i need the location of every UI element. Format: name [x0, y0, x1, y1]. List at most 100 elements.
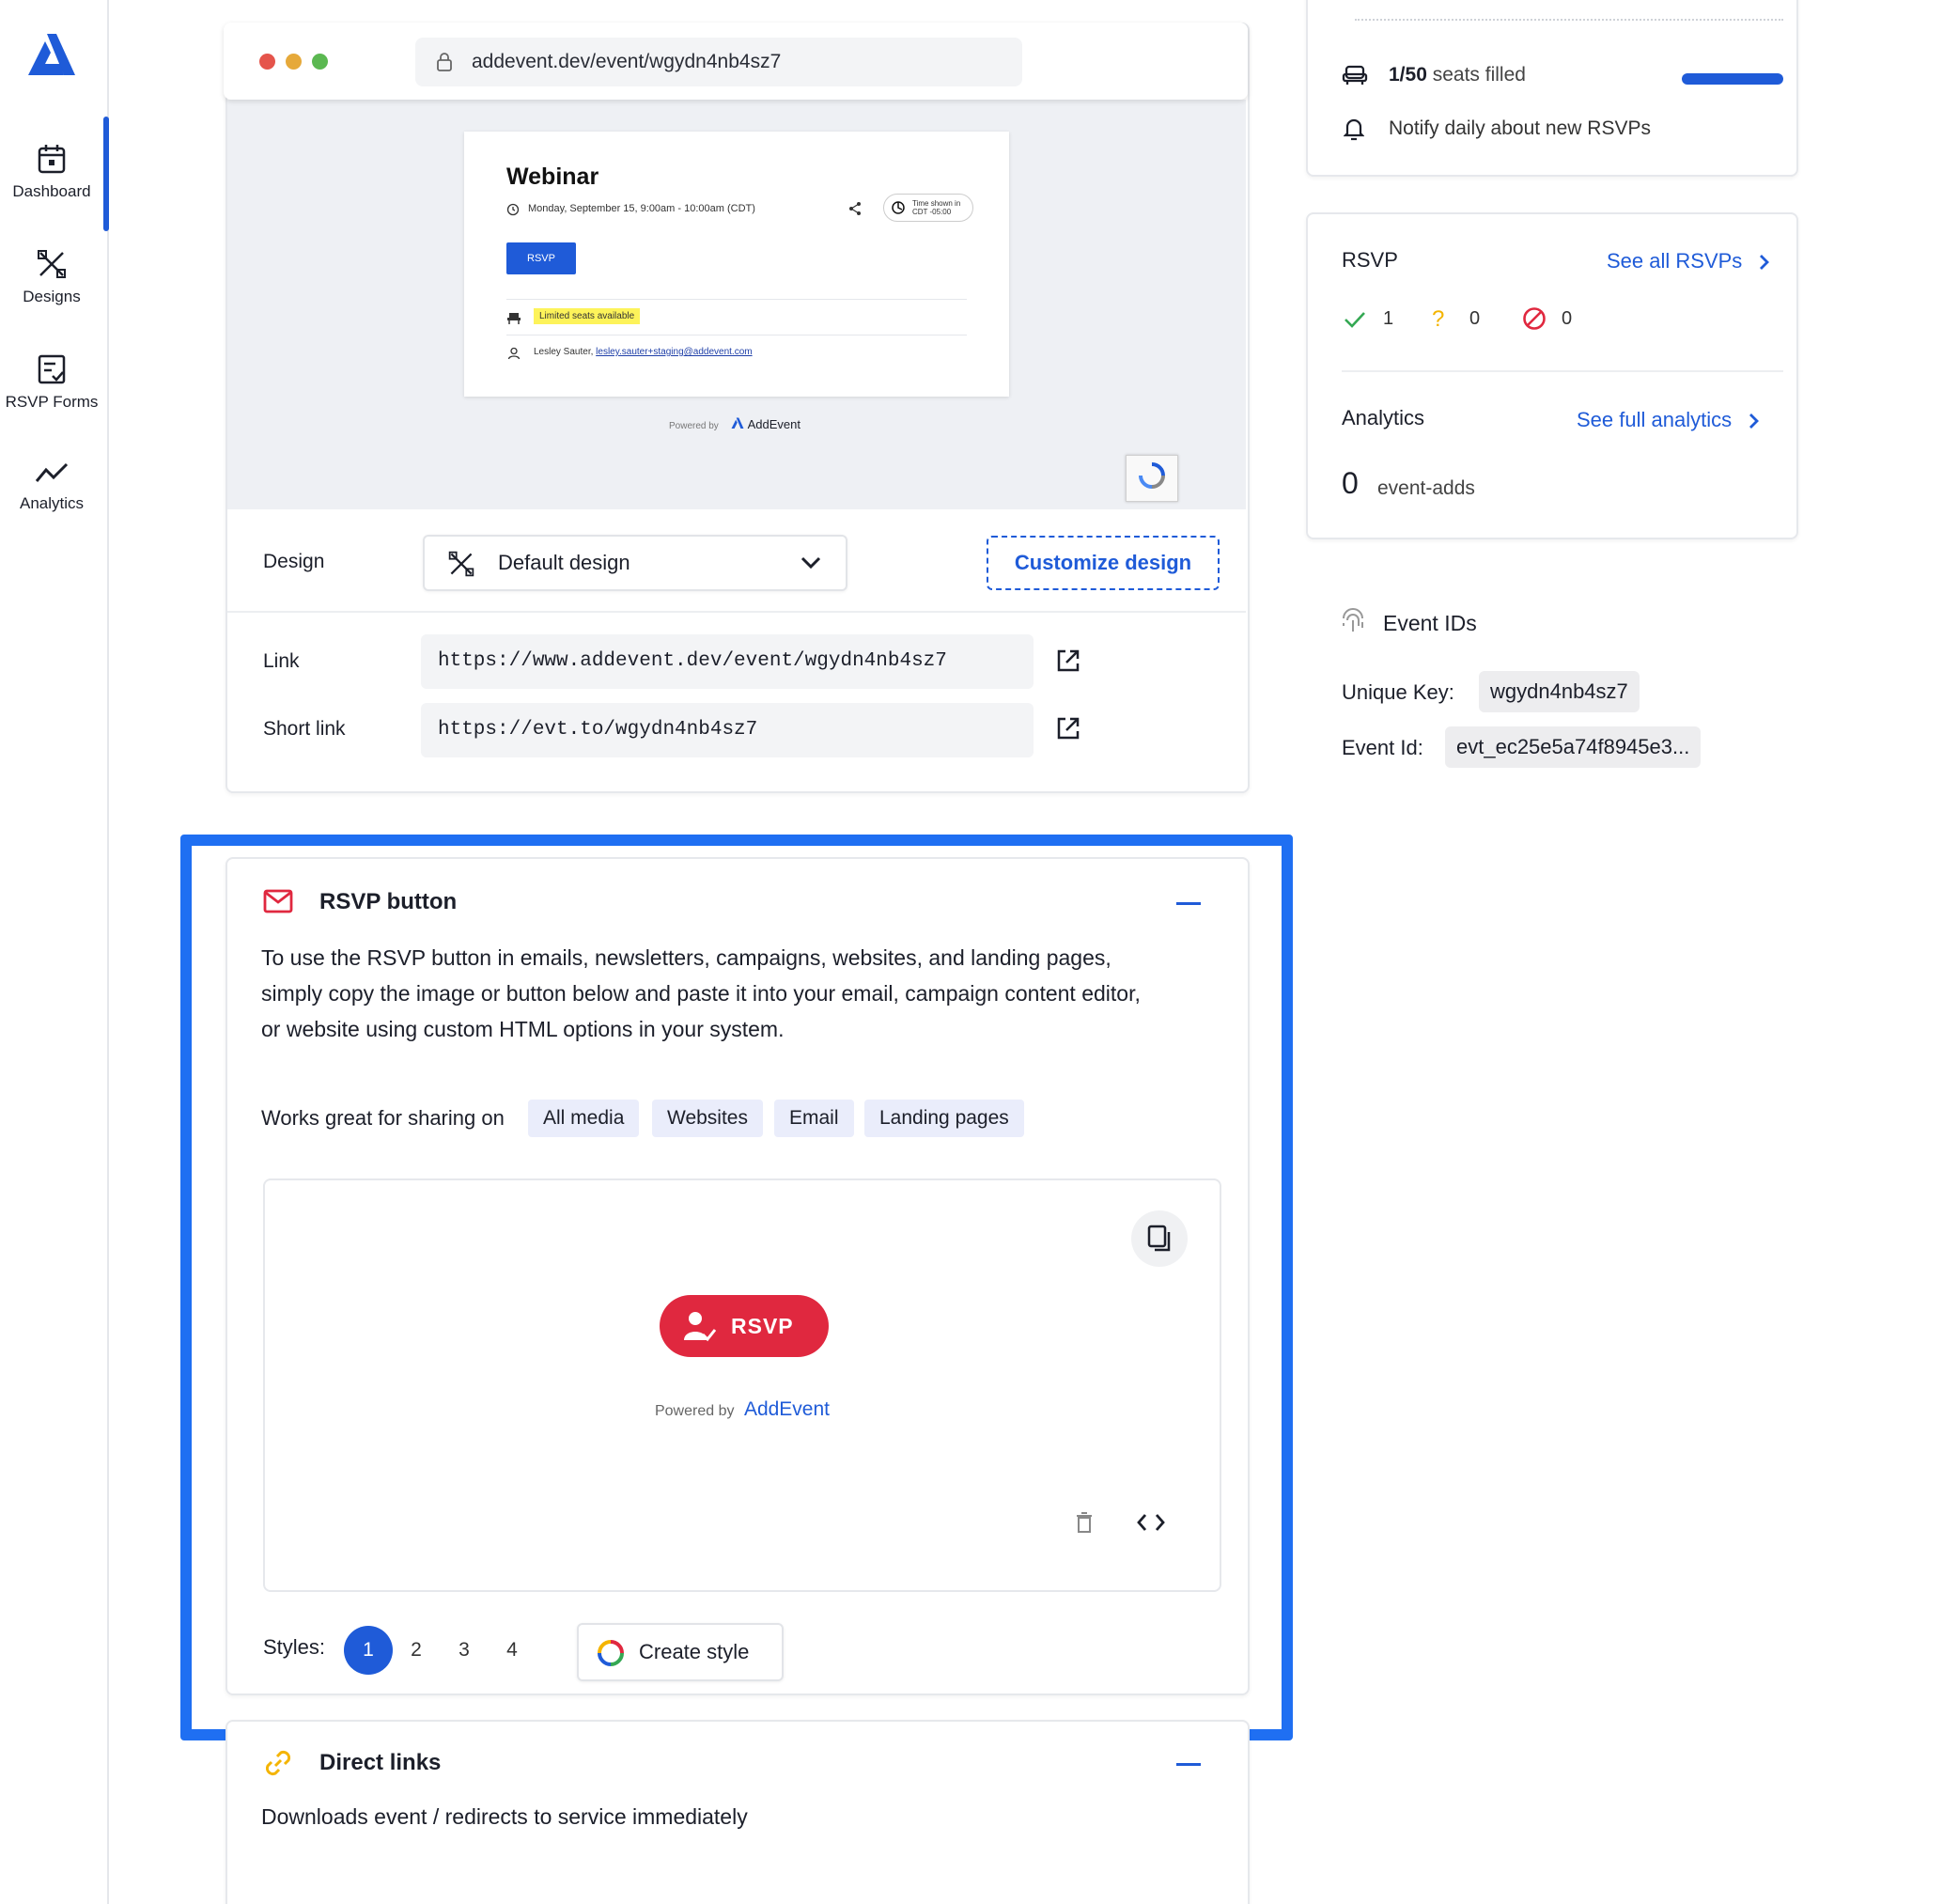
- form-icon: [38, 354, 66, 384]
- event-id-label: Event Id:: [1342, 736, 1423, 759]
- short-link-field[interactable]: https://evt.to/wgydn4nb4sz7: [421, 703, 1034, 757]
- rsvp-button-preview: RSVP Powered by AddEvent: [263, 1178, 1221, 1592]
- event-adds-label: event-adds: [1377, 477, 1475, 499]
- chip-email[interactable]: Email: [774, 1100, 854, 1137]
- browser-url-bar[interactable]: addevent.dev/event/wgydn4nb4sz7: [415, 38, 1022, 86]
- recaptcha-icon: [1139, 462, 1165, 489]
- sidebar-item-dashboard[interactable]: Dashboard: [0, 143, 103, 201]
- share-icon[interactable]: [847, 201, 863, 216]
- powered-by: Powered by AddEvent: [654, 1398, 831, 1420]
- sidebar-item-designs[interactable]: Designs: [0, 248, 103, 306]
- lock-icon: [437, 53, 452, 71]
- minimize-window-dot: [286, 54, 302, 70]
- sharing-label: Works great for sharing on: [261, 1106, 505, 1130]
- styles-label: Styles:: [263, 1635, 326, 1659]
- see-full-analytics-link[interactable]: See full analytics: [1577, 408, 1760, 432]
- unique-key-value[interactable]: wgydn4nb4sz7: [1479, 671, 1640, 712]
- preview-limited-seats-badge: Limited seats available: [534, 308, 641, 324]
- analytics-title: Analytics: [1342, 406, 1425, 429]
- addevent-brand-link[interactable]: AddEvent: [744, 1398, 830, 1420]
- sidebar: Dashboard Designs RSVP Forms Analytics: [0, 0, 109, 1904]
- copy-button[interactable]: [1131, 1210, 1188, 1267]
- notify-rsvps-label[interactable]: Notify daily about new RSVPs: [1389, 117, 1651, 140]
- chip-all-media[interactable]: All media: [528, 1100, 640, 1137]
- collapse-direct-links-section[interactable]: [1176, 1763, 1201, 1766]
- check-icon: [1345, 312, 1365, 328]
- divider: [506, 299, 967, 300]
- sidebar-item-label: Dashboard: [12, 182, 91, 200]
- user-icon: [507, 347, 521, 360]
- preview-host-email[interactable]: lesley.sauter+staging@addevent.com: [596, 347, 752, 357]
- rsvp-yes-count: 1: [1383, 308, 1394, 329]
- see-all-rsvps-link[interactable]: See all RSVPs: [1607, 249, 1770, 273]
- style-option-1[interactable]: 1: [344, 1626, 393, 1675]
- unique-key-label: Unique Key:: [1342, 680, 1454, 704]
- event-page-preview: Webinar Monday, September 15, 9:00am - 1…: [227, 100, 1246, 509]
- user-check-icon: [684, 1312, 716, 1342]
- maximize-window-dot: [312, 54, 328, 70]
- chevron-down-icon: [801, 556, 821, 570]
- declined-icon: [1523, 307, 1546, 330]
- design-select[interactable]: Default design: [423, 535, 847, 591]
- collapse-rsvp-button-section[interactable]: [1176, 902, 1201, 905]
- addevent-logo-small: [731, 417, 744, 429]
- fingerprint-icon: [1343, 608, 1363, 632]
- direct-links-title: Direct links: [319, 1750, 442, 1775]
- analytics-icon: [35, 462, 69, 482]
- design-select-value: Default design: [498, 551, 630, 574]
- preview-event-date: Monday, September 15, 9:00am - 10:00am (…: [528, 203, 755, 214]
- copy-icon: [1147, 1225, 1171, 1252]
- sidebar-item-rsvp-forms[interactable]: RSVP Forms: [0, 353, 103, 412]
- link-label: Link: [263, 650, 300, 672]
- sidebar-item-label: Analytics: [19, 494, 85, 512]
- preview-host: Lesley Sauter, lesley.sauter+staging@add…: [534, 347, 753, 357]
- rsvp-button-title: RSVP button: [319, 889, 458, 914]
- sidebar-item-analytics[interactable]: Analytics: [0, 459, 103, 513]
- chip-websites[interactable]: Websites: [652, 1100, 763, 1137]
- active-nav-indicator: [103, 117, 109, 231]
- external-link-icon[interactable]: [1056, 648, 1080, 673]
- style-option-3[interactable]: 3: [440, 1626, 489, 1675]
- event-link-field[interactable]: https://www.addevent.dev/event/wgydn4nb4…: [421, 634, 1034, 689]
- preview-event-card: Webinar Monday, September 15, 9:00am - 1…: [464, 132, 1009, 397]
- designs-icon: [38, 250, 66, 278]
- seats-filled: 1/50 seats filled: [1389, 64, 1526, 86]
- link-icon: [265, 1750, 291, 1776]
- chevron-right-icon: [1760, 255, 1770, 271]
- divider: [1355, 19, 1783, 21]
- chevron-right-icon: [1749, 414, 1760, 429]
- event-id-value[interactable]: evt_ec25e5a74f8945e3...: [1445, 726, 1702, 768]
- browser-chrome: addevent.dev/event/wgydn4nb4sz7: [224, 23, 1248, 100]
- trash-icon[interactable]: [1075, 1511, 1094, 1534]
- create-style-button[interactable]: Create style: [577, 1623, 784, 1681]
- preview-powered-by: Powered by AddEvent: [669, 417, 801, 431]
- preview-rsvp-button[interactable]: RSVP: [506, 242, 576, 274]
- rsvp-summary-title: RSVP: [1342, 248, 1398, 272]
- clock-icon: [506, 203, 520, 216]
- divider: [1342, 370, 1783, 372]
- chip-landing-pages[interactable]: Landing pages: [864, 1100, 1024, 1137]
- short-link-label: Short link: [263, 718, 346, 740]
- recaptcha-badge[interactable]: [1126, 455, 1178, 502]
- event-ids-title: Event IDs: [1383, 611, 1477, 635]
- globe-icon: [892, 201, 905, 214]
- divider: [506, 335, 967, 336]
- code-icon[interactable]: [1137, 1513, 1165, 1532]
- design-label: Design: [263, 551, 325, 572]
- rsvp-no-count: 0: [1562, 308, 1573, 329]
- seat-icon: [1342, 65, 1368, 85]
- direct-links-description: Downloads event / redirects to service i…: [261, 1804, 748, 1829]
- style-option-4[interactable]: 4: [488, 1626, 536, 1675]
- customize-design-button[interactable]: Customize design: [987, 536, 1220, 590]
- external-link-icon[interactable]: [1056, 716, 1080, 741]
- rsvp-button-description: To use the RSVP button in emails, newsle…: [261, 945, 1141, 1041]
- rsvp-button[interactable]: RSVP: [660, 1295, 829, 1357]
- seats-card: [1306, 0, 1798, 177]
- divider: [227, 611, 1246, 613]
- question-icon: ?: [1432, 306, 1445, 332]
- event-adds-count: 0: [1342, 466, 1359, 500]
- style-option-2[interactable]: 2: [392, 1626, 441, 1675]
- preview-timezone-badge[interactable]: Time shown in CDT -05:00: [883, 194, 973, 222]
- preview-event-title: Webinar: [506, 164, 599, 190]
- addevent-logo[interactable]: [26, 32, 77, 79]
